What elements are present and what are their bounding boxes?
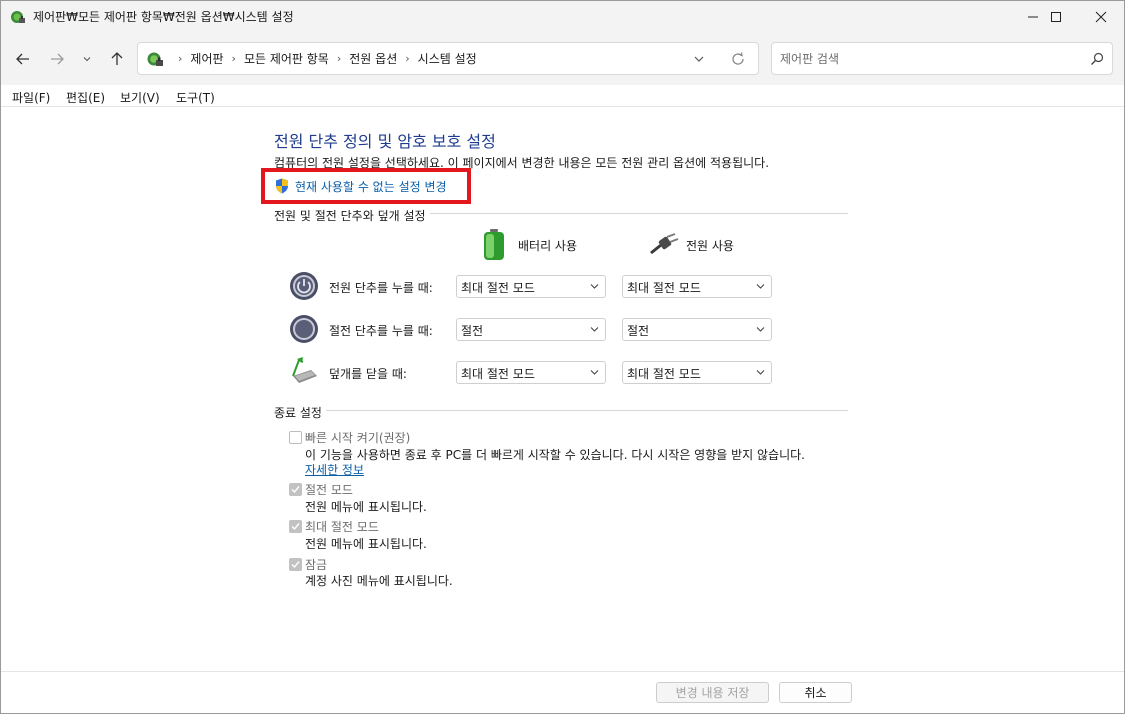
change-unavailable-settings-link[interactable]: 현재 사용할 수 없는 설정 변경 [295,178,447,195]
control-panel-window: 제어판₩모든 제어판 항목₩전원 옵션₩시스템 설정 › 제어판 › 모든 제어… [0,0,1125,714]
plugged-column-label: 전원 사용 [686,239,734,253]
plug-icon [650,233,679,255]
page-title: 전원 단추 정의 및 암호 보호 설정 [274,132,496,151]
chevron-down-icon [590,327,599,332]
learn-more-link[interactable]: 자세한 정보 [305,461,364,478]
laptop-lid-icon [292,357,317,383]
chevron-down-icon [756,370,765,375]
chevron-right-icon: › [336,52,342,65]
lid-close-plugged-select[interactable]: 최대 절전 모드 [622,361,772,384]
sleep-button-plugged-select[interactable]: 절전 [622,318,772,341]
arrow-left-icon [16,53,29,65]
breadcrumb-system-settings[interactable]: 시스템 설정 [418,50,477,67]
chevron-down-icon [590,370,599,375]
arrow-up-icon [111,52,123,65]
power-button-icon [290,272,318,300]
lock-checkbox[interactable] [289,558,302,571]
power-button-battery-select[interactable]: 최대 절전 모드 [456,275,606,298]
group-divider [274,410,848,411]
lock-label: 잠금 [305,558,328,572]
window-title: 제어판₩모든 제어판 항목₩전원 옵션₩시스템 설정 [33,10,294,24]
sleep-button-icon [290,315,318,343]
chevron-right-icon: › [405,52,410,65]
battery-column-label: 배터리 사용 [518,239,578,253]
power-button-plugged-select[interactable]: 최대 절전 모드 [622,275,772,298]
close-icon [1095,11,1107,23]
chevron-down-icon [756,284,765,289]
address-bar[interactable]: › 제어판 › 모든 제어판 항목 › 전원 옵션 › 시스템 설정 [137,42,759,75]
refresh-icon[interactable] [730,51,746,67]
up-button[interactable] [106,48,128,70]
maximize-icon [1051,12,1061,22]
sleep-label: 절전 모드 [305,483,353,497]
lid-close-label: 덮개를 닫을 때: [329,367,407,381]
chevron-right-icon: › [178,52,183,65]
checkmark-icon [291,486,300,494]
close-window-button[interactable] [1078,1,1124,33]
breadcrumb-all-items[interactable]: 모든 제어판 항목 [244,50,329,67]
menu-edit[interactable]: 편집(E) [66,89,105,106]
power-button-label: 전원 단추를 누를 때: [329,281,433,295]
lock-description: 계정 사진 메뉴에 표시됩니다. [305,574,453,588]
menu-file[interactable]: 파일(F) [12,89,50,106]
save-changes-button[interactable]: 변경 내용 저장 [656,682,769,703]
search-icon[interactable] [1090,52,1104,66]
menu-tools[interactable]: 도구(T) [176,89,215,106]
chevron-down-icon [83,57,91,62]
breadcrumb-power-options[interactable]: 전원 옵션 [349,50,397,67]
sleep-button-battery-select[interactable]: 절전 [456,318,606,341]
maximize-button[interactable] [1033,1,1079,33]
fast-startup-label: 빠른 시작 켜기(권장) [305,431,411,445]
main-content: 전원 단추 정의 및 암호 보호 설정 컴퓨터의 전원 설정을 선택하세요. 이… [1,107,1124,673]
power-group-title: 전원 및 절전 단추와 덮개 설정 [274,207,430,224]
footer-divider [1,671,1124,672]
title-bar: 제어판₩모든 제어판 항목₩전원 옵션₩시스템 설정 [1,1,1124,33]
fast-startup-description: 이 기능을 사용하면 종료 후 PC를 더 빠르게 시작할 수 있습니다. 다시… [305,448,805,462]
search-input[interactable] [780,49,1080,69]
back-button[interactable] [12,48,34,70]
hibernate-checkbox[interactable] [289,520,302,533]
chevron-right-icon: › [231,52,236,65]
hibernate-label: 최대 절전 모드 [305,520,379,534]
forward-button[interactable] [46,48,68,70]
cancel-button[interactable]: 취소 [779,682,852,703]
sleep-button-label: 절전 단추를 누를 때: [329,324,433,338]
breadcrumb-control-panel[interactable]: 제어판 [190,50,223,67]
recent-locations-button[interactable] [78,48,96,70]
fast-startup-checkbox[interactable] [289,431,302,444]
chevron-down-icon [590,284,599,289]
battery-icon [484,229,504,260]
arrow-right-icon [51,53,64,65]
sleep-description: 전원 메뉴에 표시됩니다. [305,500,427,514]
shutdown-group-title: 종료 설정 [274,404,326,421]
hibernate-description: 전원 메뉴에 표시됩니다. [305,537,427,551]
navigation-toolbar: › 제어판 › 모든 제어판 항목 › 전원 옵션 › 시스템 설정 [1,33,1124,85]
power-options-app-icon [11,11,25,23]
checkmark-icon [291,561,300,569]
chevron-down-icon [756,327,765,332]
address-dropdown-icon[interactable] [692,52,706,66]
menu-view[interactable]: 보기(V) [120,89,160,106]
power-options-icon [147,52,163,66]
uac-shield-icon [276,178,288,194]
menu-bar: 파일(F) 편집(E) 보기(V) 도구(T) [1,85,1124,107]
search-box[interactable] [771,42,1113,75]
checkmark-icon [291,523,300,531]
lid-close-battery-select[interactable]: 최대 절전 모드 [456,361,606,384]
breadcrumb: › 제어판 › 모든 제어판 항목 › 전원 옵션 › 시스템 설정 [146,43,477,74]
sleep-checkbox[interactable] [289,483,302,496]
